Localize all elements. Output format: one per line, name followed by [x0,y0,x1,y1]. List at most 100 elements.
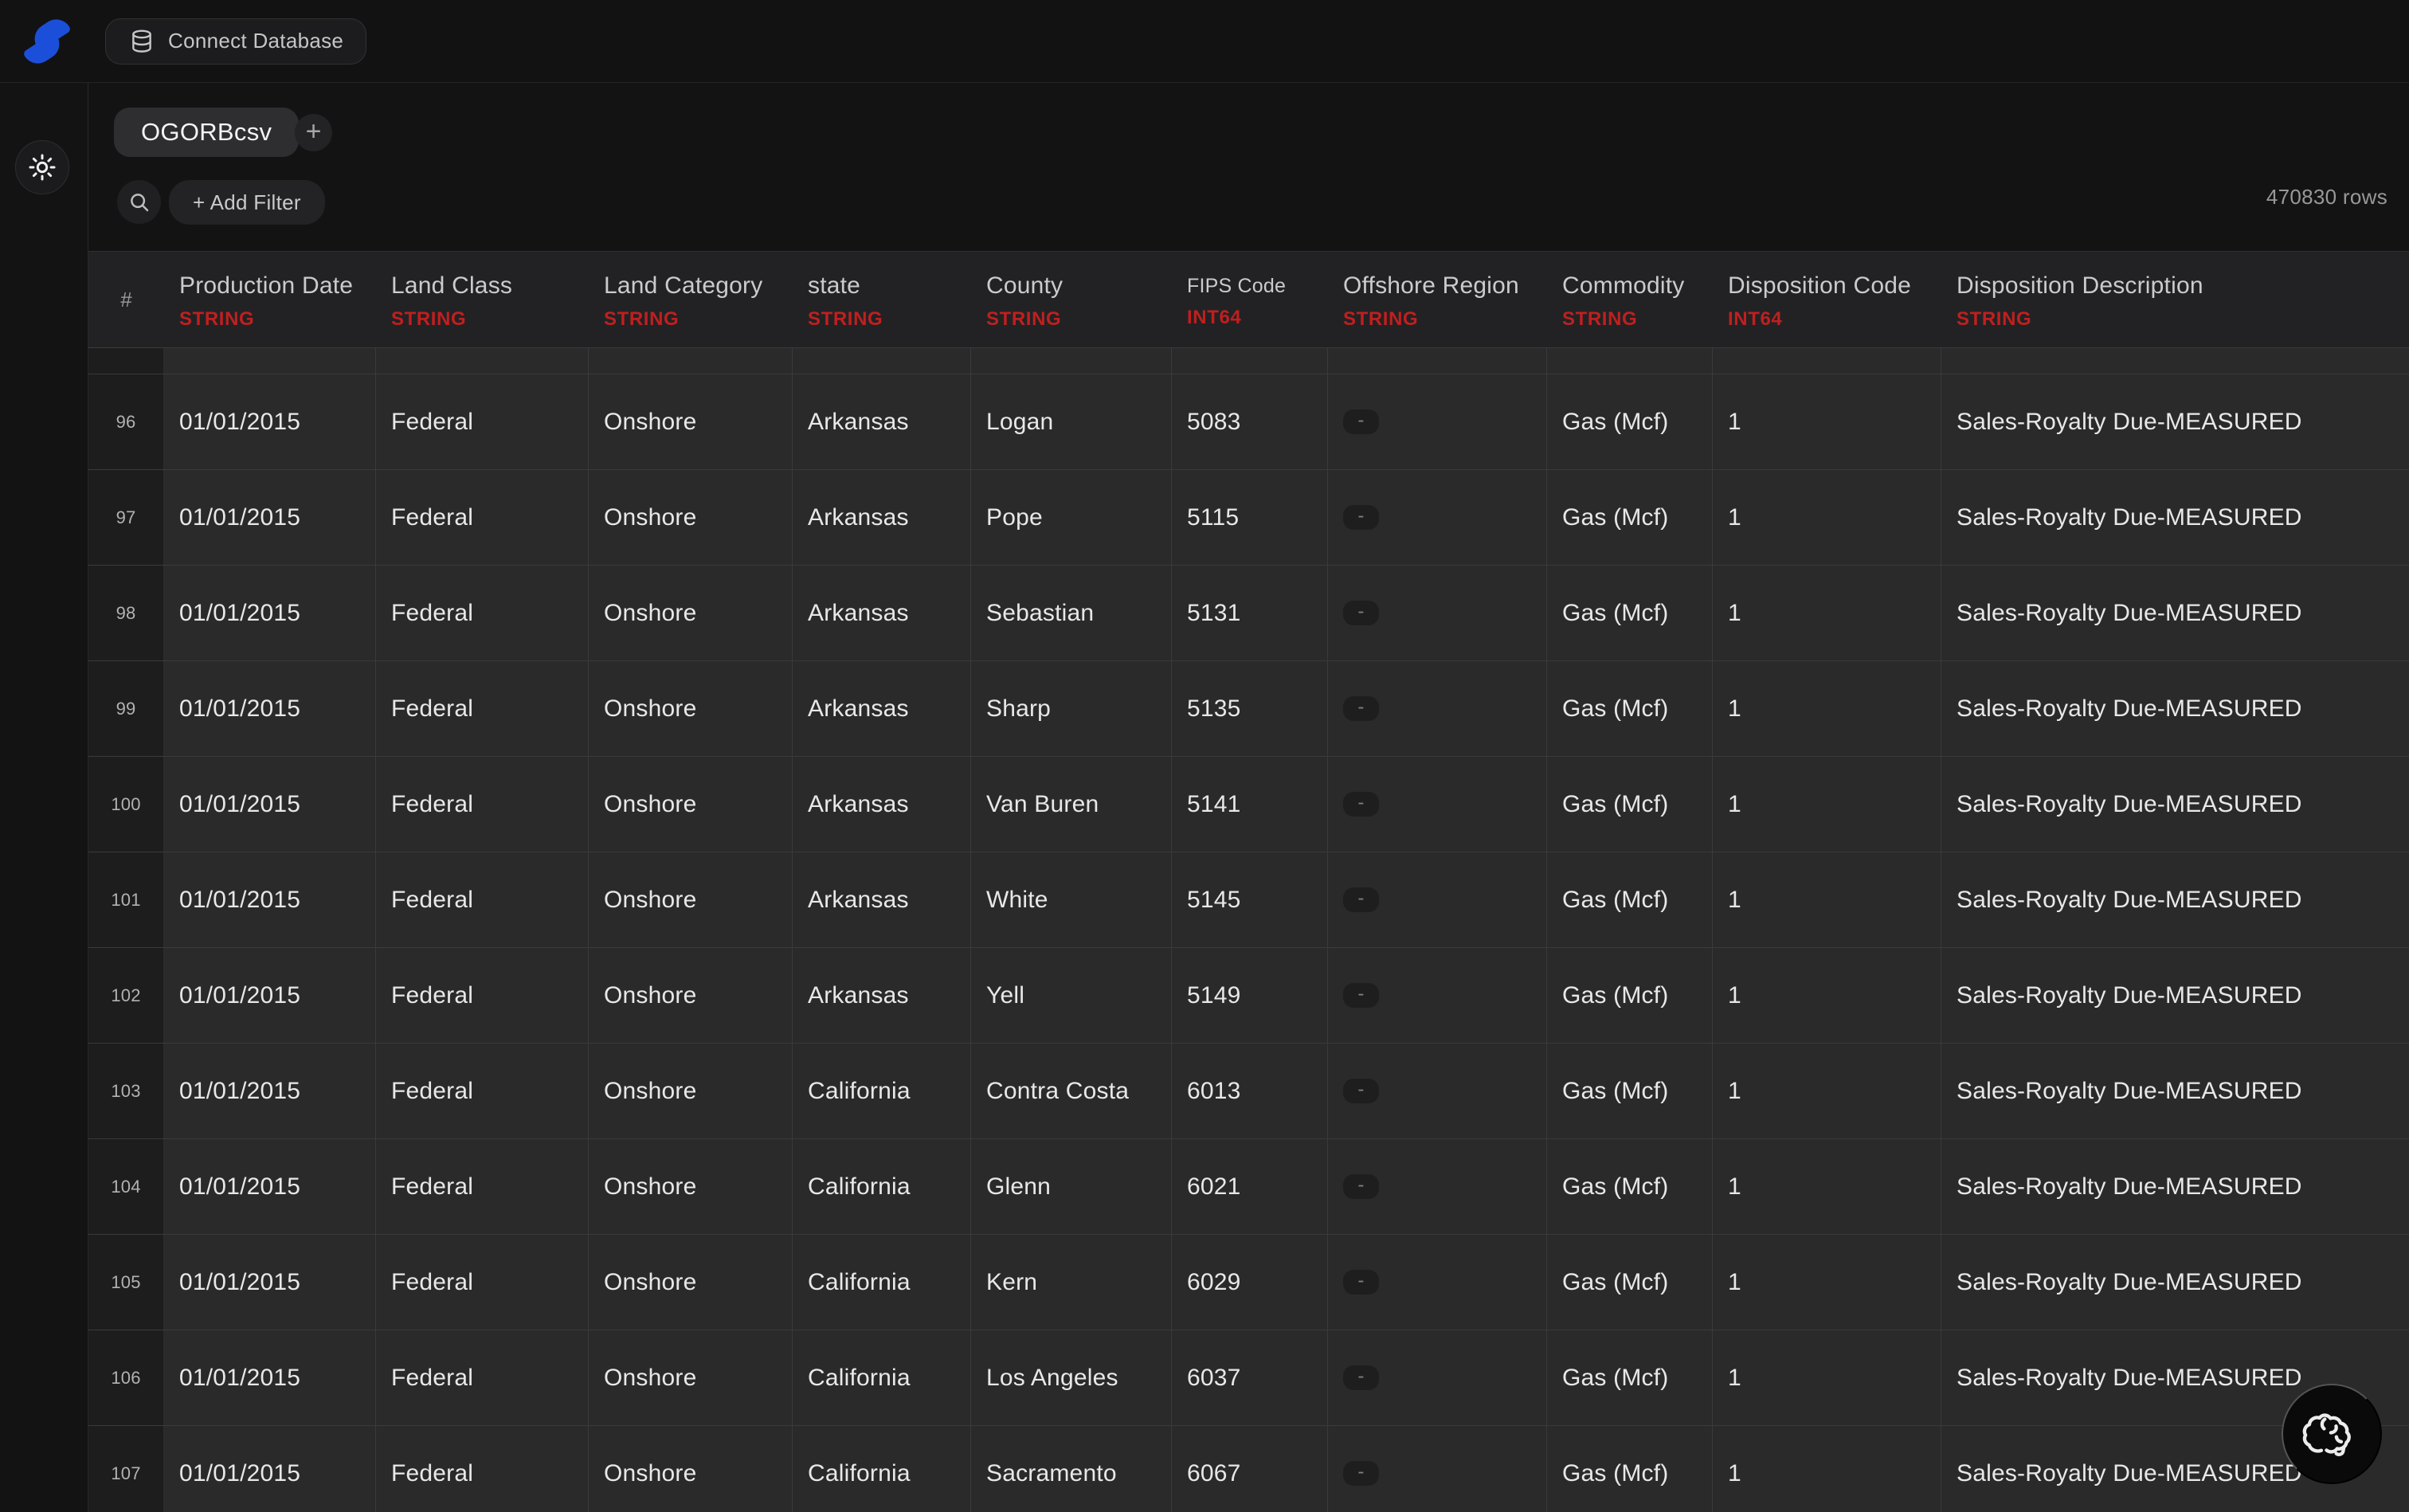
cell-disposition_description[interactable]: Sales-Royalty Due-MEASURED [1941,1139,2409,1234]
cell-county[interactable]: Contra Costa [971,1044,1172,1138]
table-row[interactable]: 97 01/01/2015 Federal Onshore Arkansas Pope 51… [88,470,2409,566]
cell-disposition_description[interactable]: Sales-Royalty Due-MEASURED [1941,948,2409,1043]
cell-disposition_description[interactable]: Sales-Royalty Due-MEASURED [1941,566,2409,660]
cell-fips_code[interactable]: 5141 [1172,757,1328,852]
cell-commodity[interactable]: Gas (Mcf) [1547,470,1713,565]
cell-disposition_code[interactable]: 1 [1713,1235,1941,1330]
cell-row_num[interactable]: 103 [88,1044,164,1138]
table-row[interactable]: 98 01/01/2015 Federal Onshore Arkansas Sebast… [88,566,2409,661]
tab-ogorbcsv[interactable]: OGORBcsv [114,108,300,157]
cell-land_class[interactable]: Federal [376,948,589,1043]
cell-production_date[interactable]: 01/01/2015 [164,852,376,947]
cell-state[interactable]: Arkansas [793,852,971,947]
cell-county[interactable]: Kern [971,1235,1172,1330]
table-row[interactable]: 100 01/01/2015 Federal Onshore Arkansas Van B… [88,757,2409,852]
cell-commodity[interactable]: Gas (Mcf) [1547,374,1713,469]
cell-offshore_region[interactable]: - [1328,1044,1547,1138]
cell-commodity[interactable]: Gas (Mcf) [1547,948,1713,1043]
column-header-disposition_description[interactable]: Disposition Description STRING [1941,252,2409,347]
table-row[interactable]: 96 01/01/2015 Federal Onshore Arkansas Logan 5… [88,374,2409,470]
cell-land_category[interactable]: Onshore [589,1139,793,1234]
table-row[interactable]: 102 01/01/2015 Federal Onshore Arkansas Yell 5… [88,948,2409,1044]
table-row[interactable]: 107 01/01/2015 Federal Onshore California Sac… [88,1426,2409,1512]
cell-county[interactable]: Yell [971,948,1172,1043]
cell-row_num[interactable]: 104 [88,1139,164,1234]
cell-row_num[interactable]: 97 [88,470,164,565]
cell-land_class[interactable]: Federal [376,1235,589,1330]
cell-production_date[interactable]: 01/01/2015 [164,566,376,660]
add-filter-button[interactable]: + Add Filter [169,180,325,225]
column-header-disposition_code[interactable]: Disposition Code INT64 [1713,252,1941,347]
cell-county[interactable]: Sharp [971,661,1172,756]
table-row[interactable]: 106 01/01/2015 Federal Onshore California Los… [88,1330,2409,1426]
table-row[interactable]: 104 01/01/2015 Federal Onshore California Gle… [88,1139,2409,1235]
cell-state[interactable]: Arkansas [793,470,971,565]
cell-offshore_region[interactable]: - [1328,948,1547,1043]
cell-production_date[interactable]: 01/01/2015 [164,1139,376,1234]
cell-offshore_region[interactable]: - [1328,1235,1547,1330]
cell-land_category[interactable]: Onshore [589,374,793,469]
table-row[interactable]: 101 01/01/2015 Federal Onshore Arkansas White… [88,852,2409,948]
cell-state[interactable]: Arkansas [793,374,971,469]
cell-land_class[interactable]: Federal [376,757,589,852]
cell-land_category[interactable]: Onshore [589,1044,793,1138]
cell-production_date[interactable]: 01/01/2015 [164,757,376,852]
cell-fips_code[interactable]: 5145 [1172,852,1328,947]
cell-land_category[interactable]: Onshore [589,566,793,660]
cell-commodity[interactable]: Gas (Mcf) [1547,757,1713,852]
column-header-production_date[interactable]: Production Date STRING [164,252,376,347]
cell-offshore_region[interactable]: - [1328,1139,1547,1234]
cell-land_class[interactable]: Federal [376,1426,589,1512]
cell-state[interactable]: Arkansas [793,948,971,1043]
column-header-state[interactable]: state STRING [793,252,971,347]
cell-production_date[interactable]: 01/01/2015 [164,1330,376,1425]
cell-commodity[interactable]: Gas (Mcf) [1547,1044,1713,1138]
column-header-fips_code[interactable]: FIPS Code INT64 [1172,252,1328,347]
column-header-offshore_region[interactable]: Offshore Region STRING [1328,252,1547,347]
cell-disposition_code[interactable]: 1 [1713,470,1941,565]
cell-production_date[interactable]: 01/01/2015 [164,1044,376,1138]
cell-disposition_code[interactable]: 1 [1713,1044,1941,1138]
cell-disposition_description[interactable]: Sales-Royalty Due-MEASURED [1941,374,2409,469]
cell-land_category[interactable]: Onshore [589,852,793,947]
cell-commodity[interactable]: Gas (Mcf) [1547,1235,1713,1330]
cell-state[interactable]: California [793,1235,971,1330]
cell-disposition_description[interactable]: Sales-Royalty Due-MEASURED [1941,757,2409,852]
cell-county[interactable]: Sacramento [971,1426,1172,1512]
cell-fips_code[interactable]: 6013 [1172,1044,1328,1138]
cell-state[interactable]: Arkansas [793,757,971,852]
cell-row_num[interactable]: 107 [88,1426,164,1512]
cell-row_num[interactable]: 99 [88,661,164,756]
cell-production_date[interactable]: 01/01/2015 [164,661,376,756]
cell-county[interactable]: Los Angeles [971,1330,1172,1425]
cell-offshore_region[interactable]: - [1328,757,1547,852]
cell-state[interactable]: California [793,1044,971,1138]
cell-land_class[interactable]: Federal [376,1044,589,1138]
cell-state[interactable]: California [793,1139,971,1234]
cell-row_num[interactable]: 105 [88,1235,164,1330]
cell-state[interactable]: Arkansas [793,661,971,756]
cell-land_category[interactable]: Onshore [589,1426,793,1512]
cell-disposition_code[interactable]: 1 [1713,374,1941,469]
cell-state[interactable]: Arkansas [793,566,971,660]
cell-disposition_description[interactable]: Sales-Royalty Due-MEASURED [1941,1235,2409,1330]
cell-fips_code[interactable]: 6067 [1172,1426,1328,1512]
cell-row_num[interactable]: 101 [88,852,164,947]
cell-commodity[interactable]: Gas (Mcf) [1547,661,1713,756]
cell-land_class[interactable]: Federal [376,566,589,660]
theme-toggle-button[interactable] [15,140,69,194]
app-logo-icon[interactable] [22,13,72,69]
connect-database-button[interactable]: Connect Database [105,18,367,65]
cell-disposition_code[interactable]: 1 [1713,948,1941,1043]
cell-production_date[interactable]: 01/01/2015 [164,948,376,1043]
cell-fips_code[interactable]: 5131 [1172,566,1328,660]
new-tab-button[interactable]: + [295,114,332,151]
cell-county[interactable]: White [971,852,1172,947]
cell-land_class[interactable]: Federal [376,1139,589,1234]
cell-land_category[interactable]: Onshore [589,1330,793,1425]
cell-disposition_code[interactable]: 1 [1713,852,1941,947]
cell-offshore_region[interactable]: - [1328,374,1547,469]
cell-land_category[interactable]: Onshore [589,470,793,565]
cell-offshore_region[interactable]: - [1328,470,1547,565]
column-header-row_num[interactable]: # [88,252,164,347]
